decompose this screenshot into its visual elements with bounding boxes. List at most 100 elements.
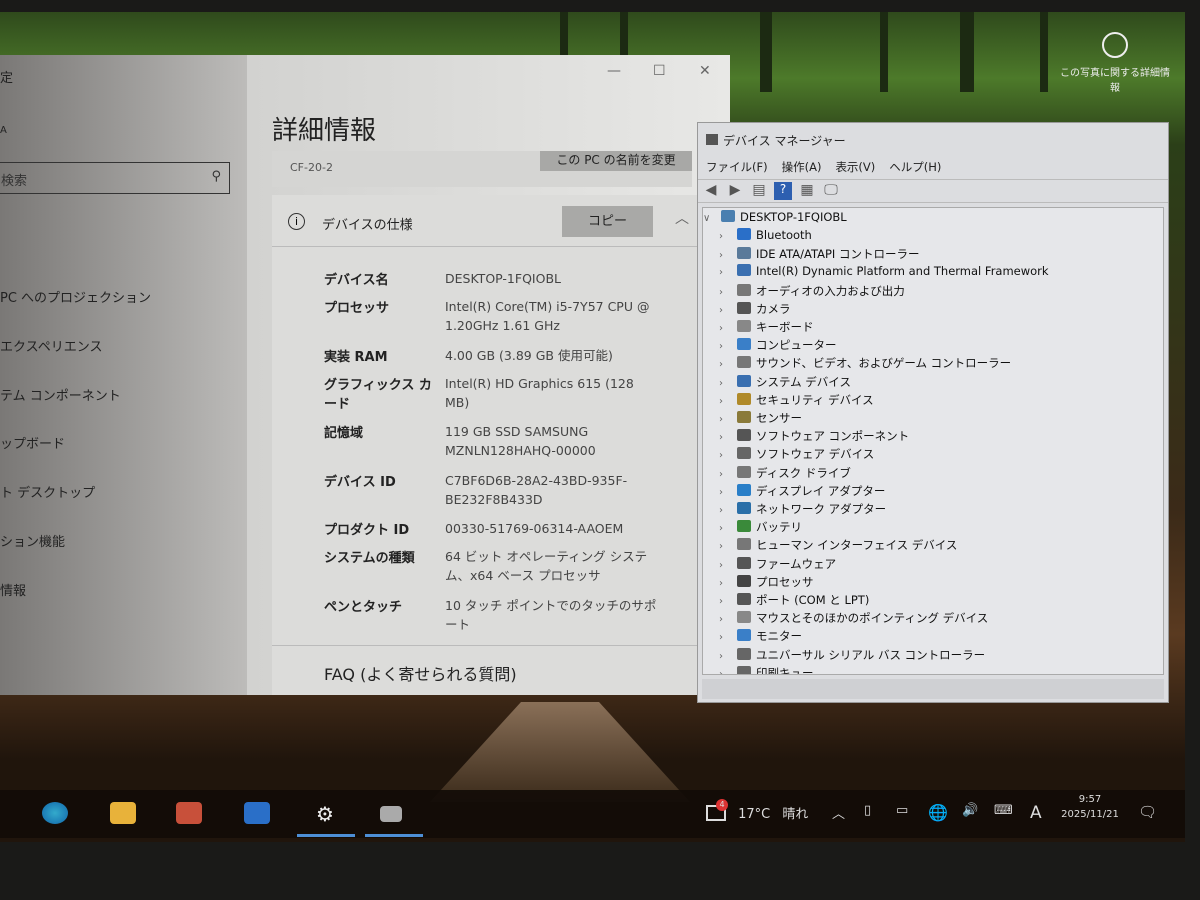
device-category-label: カメラ (756, 301, 791, 316)
expand-chevron-icon[interactable]: › (719, 378, 733, 389)
spotlight-label: この写真に関する詳細情報 (1060, 68, 1170, 94)
forward-icon[interactable]: ▶ (726, 182, 744, 200)
sidebar-item[interactable]: テム コンポーネント (0, 385, 121, 404)
volume-icon[interactable]: 🔊 (962, 803, 978, 818)
device-category[interactable]: › セキュリティ デバイス (719, 392, 874, 410)
expand-chevron-icon[interactable]: › (719, 632, 733, 643)
expand-chevron-icon[interactable]: › (719, 250, 733, 261)
device-category-label: サウンド、ビデオ、およびゲーム コントローラー (756, 356, 1012, 371)
device-category[interactable]: › ソフトウェア デバイス (719, 446, 874, 464)
edge-icon[interactable] (42, 802, 68, 824)
sidebar-item-about[interactable]: 情報 (0, 580, 26, 599)
sidebar-item[interactable]: ション機能 (0, 531, 65, 550)
expand-chevron-icon[interactable]: › (719, 359, 733, 370)
properties-icon[interactable]: ▤ (750, 182, 768, 200)
device-category[interactable]: › ファームウェア (719, 556, 836, 574)
expand-chevron-icon[interactable]: › (719, 450, 733, 461)
device-category[interactable]: › 印刷キュー (719, 665, 814, 674)
settings-gear-icon[interactable]: ⚙ (312, 802, 338, 826)
menu-view[interactable]: 表示(V) (835, 159, 875, 175)
maximize-button[interactable]: ☐ (653, 63, 666, 79)
device-category[interactable]: › ネットワーク アダプター (719, 501, 886, 519)
device-category[interactable]: › ソフトウェア コンポーネント (719, 428, 909, 446)
expand-chevron-icon[interactable]: › (719, 614, 733, 625)
copy-button[interactable]: コピー (562, 206, 653, 237)
device-manager-taskbar-icon[interactable] (380, 806, 402, 822)
clock[interactable]: 9:57 2025/11/21 (1055, 794, 1125, 820)
ime-indicator[interactable]: A (1030, 803, 1042, 823)
device-category[interactable]: › ヒューマン インターフェイス デバイス (719, 537, 957, 555)
device-category[interactable]: › ディスプレイ アダプター (719, 483, 885, 501)
device-category[interactable]: › ポート (COM と LPT) (719, 592, 869, 610)
expand-chevron-icon[interactable]: › (719, 578, 733, 589)
expand-chevron-icon[interactable]: › (719, 414, 733, 425)
store-icon[interactable] (176, 802, 202, 824)
expand-chevron-icon[interactable]: › (719, 560, 733, 571)
battery-icon[interactable]: ▭ (896, 803, 908, 818)
monitor-icon[interactable]: 🖵 (822, 182, 840, 200)
device-category[interactable]: › サウンド、ビデオ、およびゲーム コントローラー (719, 355, 1011, 373)
sidebar-item[interactable]: PC へのプロジェクション (0, 287, 151, 306)
expand-chevron-icon[interactable]: › (719, 505, 733, 516)
mail-icon[interactable] (244, 802, 270, 824)
device-category[interactable]: › モニター (719, 628, 802, 646)
expand-chevron-icon[interactable]: › (719, 487, 733, 498)
device-category[interactable]: › マウスとそのほかのポインティング デバイス (719, 610, 988, 628)
device-category-label: ファームウェア (756, 556, 837, 571)
device-category[interactable]: › キーボード (719, 319, 814, 337)
expand-chevron-icon[interactable]: › (719, 541, 733, 552)
device-category[interactable]: › システム デバイス (719, 374, 851, 392)
sidebar-item[interactable]: ト デスクトップ (0, 482, 95, 501)
rename-pc-button[interactable]: この PC の名前を変更 (540, 151, 692, 171)
expand-chevron-icon[interactable]: › (719, 651, 733, 662)
expand-chevron-icon[interactable]: › (719, 287, 733, 298)
device-category[interactable]: › バッテリ (719, 519, 802, 537)
menu-file[interactable]: ファイル(F) (706, 159, 768, 175)
menu-help[interactable]: ヘルプ(H) (889, 159, 941, 175)
device-category[interactable]: › ディスク ドライブ (719, 465, 851, 483)
expand-chevron-icon[interactable]: › (719, 469, 733, 480)
device-category[interactable]: › カメラ (719, 301, 791, 319)
expand-chevron-icon[interactable]: › (719, 267, 733, 278)
minimize-button[interactable]: — (607, 63, 621, 79)
expand-chevron-icon[interactable]: › (719, 305, 733, 316)
sidebar-item[interactable]: エクスペリエンス (0, 336, 102, 355)
network-globe-icon[interactable]: 🌐 (928, 803, 948, 822)
file-explorer-icon[interactable] (110, 802, 136, 824)
spotlight-info[interactable]: この写真に関する詳細情報 (1060, 32, 1170, 94)
search-input[interactable]: 検索 ⚲ (0, 162, 230, 194)
expand-chevron-icon[interactable]: › (719, 523, 733, 534)
spec-header[interactable]: i デバイスの仕様 コピー ︿ (272, 195, 702, 247)
device-category[interactable]: › プロセッサ (719, 574, 814, 592)
device-category[interactable]: › センサー (719, 410, 802, 428)
close-button[interactable]: ✕ (699, 63, 711, 79)
expand-chevron-icon[interactable]: › (719, 432, 733, 443)
expand-chevron-icon[interactable]: › (719, 323, 733, 334)
menu-action[interactable]: 操作(A) (782, 159, 822, 175)
touch-icon[interactable]: ▯ (864, 803, 871, 818)
device-category[interactable]: › IDE ATA/ATAPI コントローラー (719, 246, 919, 264)
keyboard-icon[interactable]: ⌨ (994, 803, 1013, 818)
help-icon[interactable]: ? (774, 182, 792, 200)
device-category[interactable]: › Bluetooth (719, 228, 812, 246)
back-icon[interactable]: ◀ (702, 182, 720, 200)
expand-chevron-icon[interactable]: › (719, 231, 733, 242)
device-category[interactable]: › ユニバーサル シリアル バス コントローラー (719, 647, 985, 665)
expand-chevron-icon[interactable]: › (719, 596, 733, 607)
expand-chevron-icon[interactable]: › (719, 669, 733, 674)
expand-chevron-icon[interactable]: › (719, 396, 733, 407)
view-icon[interactable]: ▦ (798, 182, 816, 200)
faq-heading: FAQ (よく寄せられる質問) (324, 665, 517, 684)
show-hidden-icons[interactable]: ︿ (832, 803, 845, 822)
device-category[interactable]: › オーディオの入力および出力 (719, 283, 905, 301)
expand-chevron-icon[interactable]: › (719, 341, 733, 352)
device-category-icon (737, 247, 751, 260)
device-category[interactable]: › Intel(R) Dynamic Platform and Thermal F… (719, 264, 1049, 282)
window-title: 定 (0, 71, 14, 86)
device-category[interactable]: › コンピューター (719, 337, 837, 355)
chevron-up-icon[interactable]: ︿ (675, 208, 689, 228)
news-widget[interactable]: 4 17°C 晴れ (706, 799, 808, 822)
sidebar-item[interactable]: ップボード (0, 433, 65, 452)
tree-root[interactable]: ∨ DESKTOP-1FQIOBL (703, 210, 847, 228)
notification-icon[interactable]: 🗨 (1138, 803, 1157, 821)
